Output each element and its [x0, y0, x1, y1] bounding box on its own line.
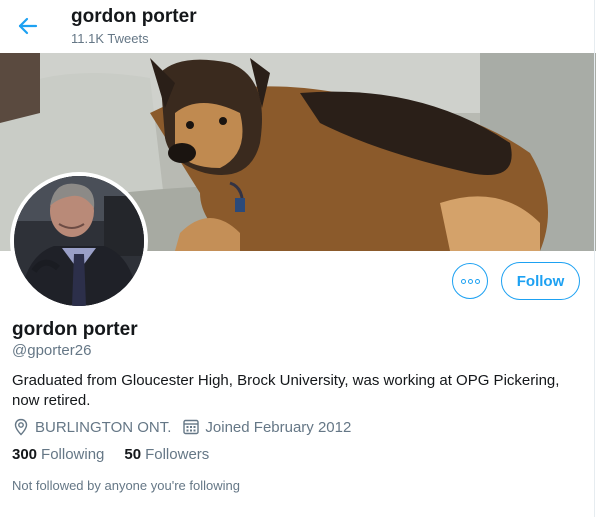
profile-joined-text: Joined February 2012	[205, 418, 352, 436]
followed-by-note: Not followed by anyone you're following	[12, 478, 240, 493]
following-label: Following	[41, 446, 105, 463]
profile-avatar[interactable]	[10, 172, 148, 310]
column-divider	[594, 0, 595, 517]
back-button[interactable]	[12, 10, 44, 42]
profile-bio: Graduated from Gloucester High, Brock Un…	[12, 372, 560, 409]
header-profile-name: gordon porter	[71, 6, 197, 27]
profile-header-bar: gordon porter 11.1K Tweets	[0, 0, 596, 53]
profile-location-text: BURLINGTON ONT.	[35, 418, 172, 436]
profile-name: gordon porter	[12, 319, 138, 340]
following-count: 300	[12, 446, 38, 463]
followers-count: 50	[124, 446, 142, 463]
arrow-left-icon	[12, 10, 44, 42]
profile-handle: @gporter26	[12, 342, 92, 359]
profile-meta: BURLINGTON ONT. Joined February 2012	[12, 417, 362, 437]
more-options-button[interactable]	[452, 263, 488, 299]
header-tweet-count: 11.1K Tweets	[71, 31, 149, 46]
profile-stats: 300 Following 50 Followers	[12, 446, 229, 463]
location-pin-icon	[12, 418, 30, 436]
profile-joined: Joined February 2012	[182, 418, 351, 436]
following-link[interactable]: 300 Following	[12, 446, 104, 463]
follow-button[interactable]: Follow	[501, 262, 580, 300]
followers-label: Followers	[145, 446, 210, 463]
calendar-icon	[182, 418, 200, 436]
more-options-icon	[460, 278, 480, 284]
profile-location: BURLINGTON ONT.	[12, 418, 171, 436]
followers-link[interactable]: 50 Followers	[124, 446, 209, 463]
